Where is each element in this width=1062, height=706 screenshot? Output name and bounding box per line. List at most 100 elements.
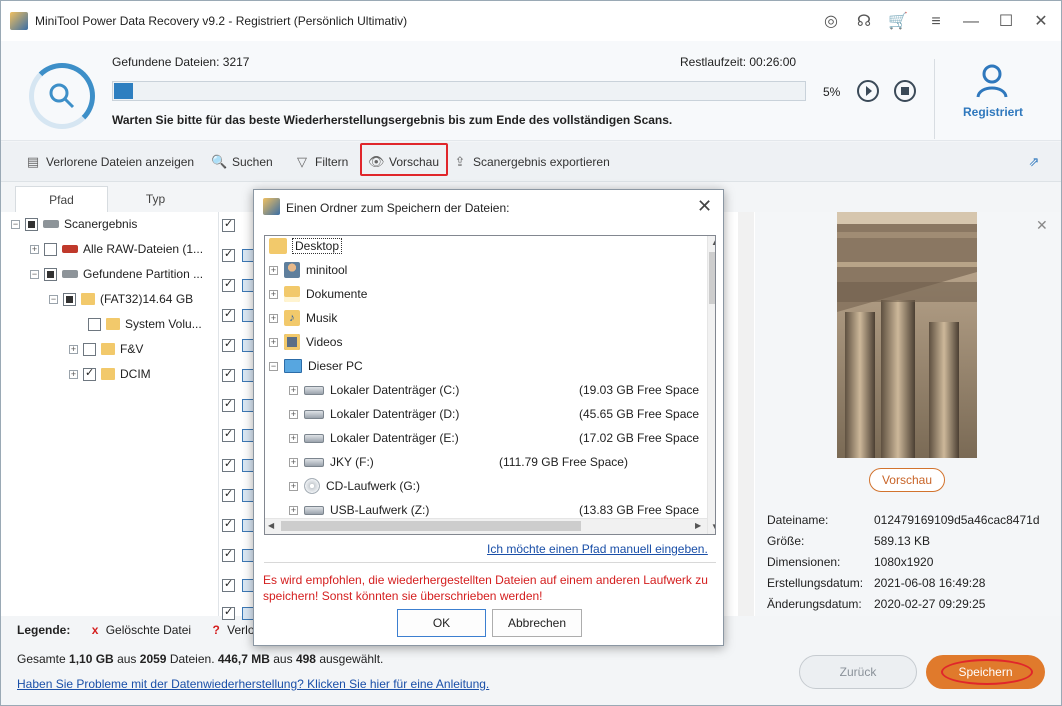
folder-this-pc[interactable]: − Dieser PC: [269, 356, 363, 376]
expand-icon[interactable]: +: [289, 457, 298, 467]
dialog-close-icon[interactable]: ✕: [697, 196, 712, 216]
file-row-checkbox[interactable]: [222, 337, 235, 352]
menu-icon[interactable]: ≡: [925, 11, 947, 33]
expand-icon[interactable]: +: [69, 369, 78, 379]
folder-label: Lokaler Datenträger (E:): [330, 431, 459, 445]
tab-type[interactable]: Typ: [109, 186, 202, 212]
drive-g[interactable]: + CD-Laufwerk (G:): [289, 476, 420, 496]
close-preview-icon[interactable]: ✕: [1036, 217, 1048, 234]
lost-files-label: Verlorene Dateien anzeigen: [46, 155, 195, 169]
folder-browser-vthumb[interactable]: [709, 252, 715, 304]
folder-browser[interactable]: Desktop + minitool + Dokumente + ♪ Musik + Videos…: [264, 235, 716, 535]
expand-icon[interactable]: +: [289, 409, 298, 419]
ok-button[interactable]: OK: [397, 609, 486, 637]
expand-icon[interactable]: +: [30, 244, 39, 254]
share-button[interactable]: ⇗: [1026, 153, 1042, 171]
tree-node-system-volume[interactable]: System Volu...: [88, 315, 202, 333]
expand-icon[interactable]: +: [289, 481, 298, 491]
drive-e[interactable]: + Lokaler Datenträger (E:): [289, 428, 459, 448]
tree-checkbox[interactable]: [83, 342, 96, 356]
file-row-checkbox[interactable]: [222, 605, 235, 620]
search-button[interactable]: 🔍 Suchen: [211, 153, 273, 171]
folder-music[interactable]: + ♪ Musik: [269, 308, 337, 328]
collapse-icon[interactable]: −: [11, 219, 20, 229]
collapse-icon[interactable]: −: [269, 361, 278, 371]
cart-icon[interactable]: 🛒: [887, 11, 909, 33]
tree-node-found-partition[interactable]: − Gefundene Partition ...: [30, 265, 203, 283]
back-button[interactable]: Zurück: [799, 655, 917, 689]
expand-icon[interactable]: +: [269, 313, 278, 323]
preview-button[interactable]: Vorschau: [869, 468, 945, 492]
remaining-value: 00:26:00: [749, 55, 797, 69]
desktop-folder-icon: [269, 238, 287, 254]
expand-icon[interactable]: +: [69, 344, 78, 354]
tree-node-root[interactable]: − Scanergebnis: [11, 215, 137, 233]
free-space-label: (111.79 GB Free Space): [499, 455, 628, 469]
expand-icon[interactable]: +: [289, 505, 298, 515]
scroll-up-icon[interactable]: ▲: [711, 238, 715, 247]
collapse-icon[interactable]: −: [49, 294, 58, 304]
usb-drive-icon: [304, 505, 324, 515]
minimize-icon[interactable]: —: [960, 11, 982, 33]
drive-f[interactable]: + JKY (F:): [289, 452, 374, 472]
folder-desktop[interactable]: Desktop: [269, 236, 343, 256]
maximize-icon[interactable]: ☐: [995, 11, 1017, 33]
scroll-left-icon[interactable]: ◀: [268, 521, 274, 530]
lost-files-button[interactable]: ▤ Verlorene Dateien anzeigen: [25, 153, 194, 171]
file-row-checkbox[interactable]: [222, 577, 235, 592]
tree-checkbox[interactable]: [83, 366, 96, 381]
resume-button[interactable]: [857, 80, 879, 102]
file-row-checkbox[interactable]: [222, 307, 235, 322]
tree-checkbox[interactable]: [88, 317, 101, 331]
expand-icon[interactable]: +: [269, 265, 278, 275]
folder-documents[interactable]: + Dokumente: [269, 284, 367, 304]
support-icon[interactable]: ☊: [853, 11, 875, 33]
tree-node-fv[interactable]: + F&V: [69, 340, 143, 358]
tree-checkbox[interactable]: [25, 217, 38, 231]
tree-node-raw[interactable]: + Alle RAW-Dateien (1...: [30, 240, 203, 258]
folder-minitool[interactable]: + minitool: [269, 260, 347, 280]
drive-c[interactable]: + Lokaler Datenträger (C:): [289, 380, 459, 400]
folder-videos[interactable]: + Videos: [269, 332, 342, 352]
expand-icon[interactable]: +: [289, 433, 298, 443]
collapse-icon[interactable]: −: [30, 269, 39, 279]
tree-label: Gefundene Partition ...: [83, 267, 204, 281]
expand-icon[interactable]: +: [269, 337, 278, 347]
help-link[interactable]: Haben Sie Probleme mit der Datenwiederhe…: [17, 677, 489, 691]
file-row-checkbox[interactable]: [222, 277, 235, 292]
tree-checkbox[interactable]: [44, 267, 57, 281]
folder-browser-hthumb[interactable]: [281, 521, 581, 531]
file-row-checkbox[interactable]: [222, 517, 235, 532]
file-row-checkbox[interactable]: [222, 427, 235, 442]
expand-icon[interactable]: +: [289, 385, 298, 395]
file-row-checkbox[interactable]: [222, 217, 235, 232]
file-row-checkbox[interactable]: [222, 487, 235, 502]
export-button[interactable]: ⇪ Scanergebnis exportieren: [452, 153, 610, 171]
drive-d[interactable]: + Lokaler Datenträger (D:): [289, 404, 459, 424]
cancel-button[interactable]: Abbrechen: [492, 609, 582, 637]
scroll-down-icon[interactable]: ▼: [711, 522, 715, 531]
summary-in-label: aus: [117, 652, 137, 666]
file-list-scrollbar[interactable]: [738, 212, 754, 616]
close-icon[interactable]: ✕: [1030, 11, 1052, 33]
expand-icon[interactable]: +: [269, 289, 278, 299]
file-row-checkbox[interactable]: [222, 367, 235, 382]
tree-checkbox[interactable]: [63, 292, 76, 306]
stop-button[interactable]: [894, 80, 916, 102]
tree-label: F&V: [120, 342, 144, 356]
file-row-checkbox[interactable]: [222, 547, 235, 562]
tab-path[interactable]: Pfad: [15, 186, 108, 212]
tree-node-fat32[interactable]: − (FAT32)14.64 GB: [49, 290, 193, 308]
user-icon[interactable]: [975, 63, 1009, 102]
file-row-checkbox[interactable]: [222, 247, 235, 262]
folder-label: Lokaler Datenträger (D:): [330, 407, 460, 421]
tree-node-dcim[interactable]: + DCIM: [69, 365, 151, 383]
scroll-right-icon[interactable]: ▶: [695, 521, 701, 530]
manual-path-link[interactable]: Ich möchte einen Pfad manuell eingeben.: [487, 542, 708, 556]
file-row-checkbox[interactable]: [222, 457, 235, 472]
file-row-checkbox[interactable]: [222, 397, 235, 412]
disc-icon[interactable]: ◎: [820, 11, 842, 33]
drive-z[interactable]: + USB-Laufwerk (Z:): [289, 500, 429, 520]
filter-button[interactable]: ▽ Filtern: [294, 153, 348, 171]
tree-checkbox[interactable]: [44, 242, 57, 256]
